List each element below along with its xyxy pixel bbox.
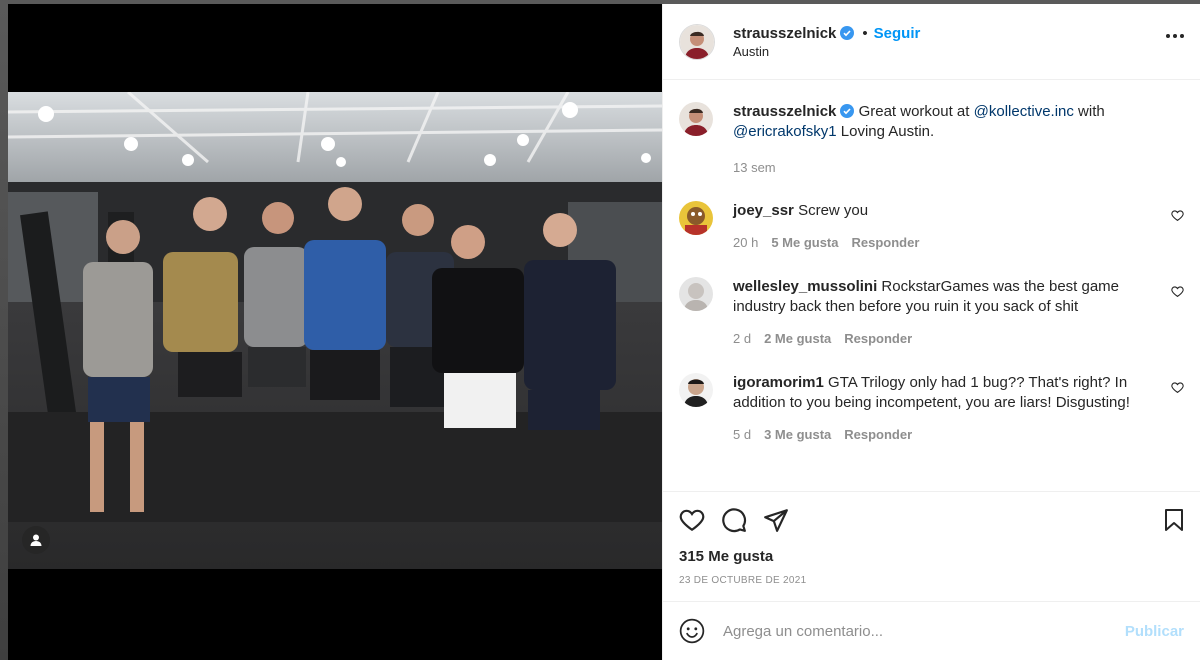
follow-button[interactable]: Seguir [874, 25, 921, 42]
post-location[interactable]: Austin [733, 44, 920, 59]
caption-body: strausszelnick Great workout at @kollect… [733, 102, 1143, 178]
reply-button[interactable]: Responder [852, 233, 920, 253]
post-date: 23 DE OCTUBRE DE 2021 [679, 575, 807, 586]
bookmark-icon[interactable] [1162, 508, 1186, 537]
comment-time[interactable]: 20 h [733, 233, 758, 253]
publish-button[interactable]: Publicar [1125, 623, 1184, 640]
verified-badge-icon [840, 104, 855, 118]
post-panel: strausszelnick • Seguir Austin straussze… [662, 4, 1200, 660]
comment-body: joey_ssr Screw you 20 h 5 Me gusta Respo… [733, 201, 1143, 253]
comment-body: wellesley_mussolini RockstarGames was th… [733, 277, 1143, 349]
header-text: strausszelnick • Seguir Austin [733, 25, 920, 59]
reply-button[interactable]: Responder [844, 329, 912, 349]
user-tag-icon[interactable] [22, 526, 50, 554]
comment-input[interactable] [721, 621, 1125, 641]
comment-item: wellesley_mussolini RockstarGames was th… [679, 277, 1184, 349]
likes-count[interactable]: 315 Me gusta [663, 548, 1200, 565]
comment-time[interactable]: 2 d [733, 329, 751, 349]
comment-item: joey_ssr Screw you 20 h 5 Me gusta Respo… [679, 201, 1184, 253]
caption-fragment: Great workout at [858, 103, 974, 120]
comments-list: strausszelnick Great workout at @kollect… [663, 80, 1200, 491]
comment-time[interactable]: 5 d [733, 425, 751, 445]
heart-icon[interactable] [679, 507, 705, 533]
post-modal: strausszelnick • Seguir Austin straussze… [8, 4, 1200, 660]
caption-mention-link[interactable]: @kollective.inc [974, 103, 1074, 120]
comment-meta: 20 h 5 Me gusta Responder [733, 233, 1143, 253]
caption-fragment: with [1073, 103, 1105, 120]
comment-text: wellesley_mussolini RockstarGames was th… [733, 277, 1143, 317]
caption-fragment: Loving Austin. [836, 123, 935, 140]
comment-icon[interactable] [721, 507, 747, 533]
comment-likes[interactable]: 3 Me gusta [764, 425, 831, 445]
commenter-avatar[interactable] [679, 277, 713, 311]
post-photo [8, 92, 662, 569]
verified-badge-icon [840, 26, 855, 40]
caption-time[interactable]: 13 sem [733, 158, 776, 178]
comment-text: igoramorim1 GTA Trilogy only had 1 bug??… [733, 373, 1143, 413]
comment-likes[interactable]: 5 Me gusta [771, 233, 838, 253]
comment-username[interactable]: joey_ssr [733, 202, 794, 219]
author-avatar[interactable] [679, 102, 713, 136]
heart-icon[interactable] [1171, 209, 1184, 227]
heart-icon[interactable] [1171, 381, 1184, 399]
comment-meta: 2 d 2 Me gusta Responder [733, 329, 1143, 349]
caption-mention-link[interactable]: @ericrakofsky1 [733, 123, 837, 140]
author-avatar[interactable] [679, 23, 715, 60]
more-options-icon[interactable] [1166, 34, 1184, 38]
caption-meta: 13 sem [733, 158, 1143, 178]
caption-text: strausszelnick Great workout at @kollect… [733, 102, 1143, 142]
separator-dot: • [862, 24, 868, 42]
comment-text: joey_ssr Screw you [733, 201, 1143, 221]
comment-username[interactable]: wellesley_mussolini [733, 278, 877, 295]
comment-body: igoramorim1 GTA Trilogy only had 1 bug??… [733, 373, 1143, 445]
emoji-icon[interactable] [679, 618, 705, 644]
commenter-avatar[interactable] [679, 373, 713, 407]
post-header: strausszelnick • Seguir Austin [663, 4, 1200, 80]
author-username[interactable]: strausszelnick [733, 25, 836, 42]
heart-icon[interactable] [1171, 285, 1184, 303]
caption: strausszelnick Great workout at @kollect… [679, 102, 1184, 178]
reply-button[interactable]: Responder [844, 425, 912, 445]
comment-composer: Publicar [663, 601, 1200, 660]
post-media [8, 4, 662, 660]
comment-meta: 5 d 3 Me gusta Responder [733, 425, 1143, 445]
commenter-avatar[interactable] [679, 201, 713, 235]
comment-content: Screw you [798, 202, 869, 219]
header-row: strausszelnick • Seguir [733, 25, 920, 42]
caption-username[interactable]: strausszelnick [733, 103, 836, 120]
comment-username[interactable]: igoramorim1 [733, 374, 824, 391]
share-icon[interactable] [763, 507, 789, 533]
comment-item: igoramorim1 GTA Trilogy only had 1 bug??… [679, 373, 1184, 445]
action-bar [663, 491, 1200, 548]
comment-likes[interactable]: 2 Me gusta [764, 329, 831, 349]
